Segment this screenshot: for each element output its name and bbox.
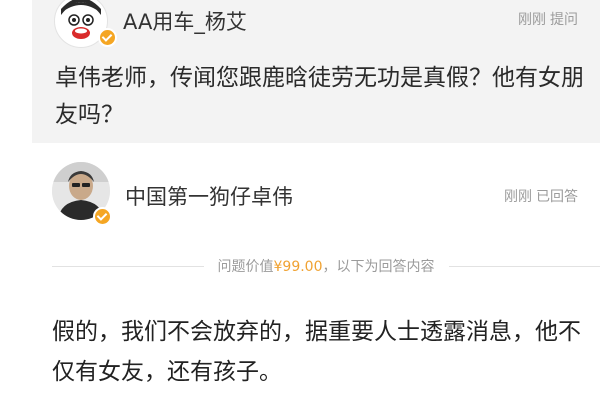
answer-meta: 刚刚 已回答: [504, 186, 578, 206]
price-note: 问题价值¥99.00，以下为回答内容: [204, 256, 449, 276]
answer-time: 刚刚: [504, 189, 532, 205]
answer-status: 已回答: [536, 189, 578, 205]
answer-text: 假的，我们不会放弃的，据重要人士透露消息，他不仅有女友，还有孩子。: [52, 319, 581, 385]
question-price: ¥99.00: [273, 259, 323, 275]
price-divider: 问题价值¥99.00，以下为回答内容: [52, 255, 600, 277]
answerer-name[interactable]: 中国第一狗仔卓伟: [125, 181, 293, 211]
price-suffix: ，以下为回答内容: [322, 259, 435, 275]
question-card: AA用车_杨艾 刚刚 提问 卓伟老师，传闻您跟鹿晗徒劳无功是真假？他有女朋友吗？: [32, 0, 600, 143]
answerer-verified-badge: [93, 207, 112, 226]
question-meta: 刚刚 提问: [518, 9, 578, 29]
divider-line-right: [448, 265, 600, 267]
question-time: 刚刚: [518, 12, 546, 28]
asker-name[interactable]: AA用车_杨艾: [123, 6, 247, 36]
question-action: 提问: [550, 12, 578, 28]
price-prefix: 问题价值: [217, 259, 274, 275]
divider-line-left: [52, 265, 204, 267]
asker-verified-badge: [98, 28, 117, 47]
question-text: 卓伟老师，传闻您跟鹿晗徒劳无功是真假？他有女朋友吗？: [55, 65, 584, 128]
